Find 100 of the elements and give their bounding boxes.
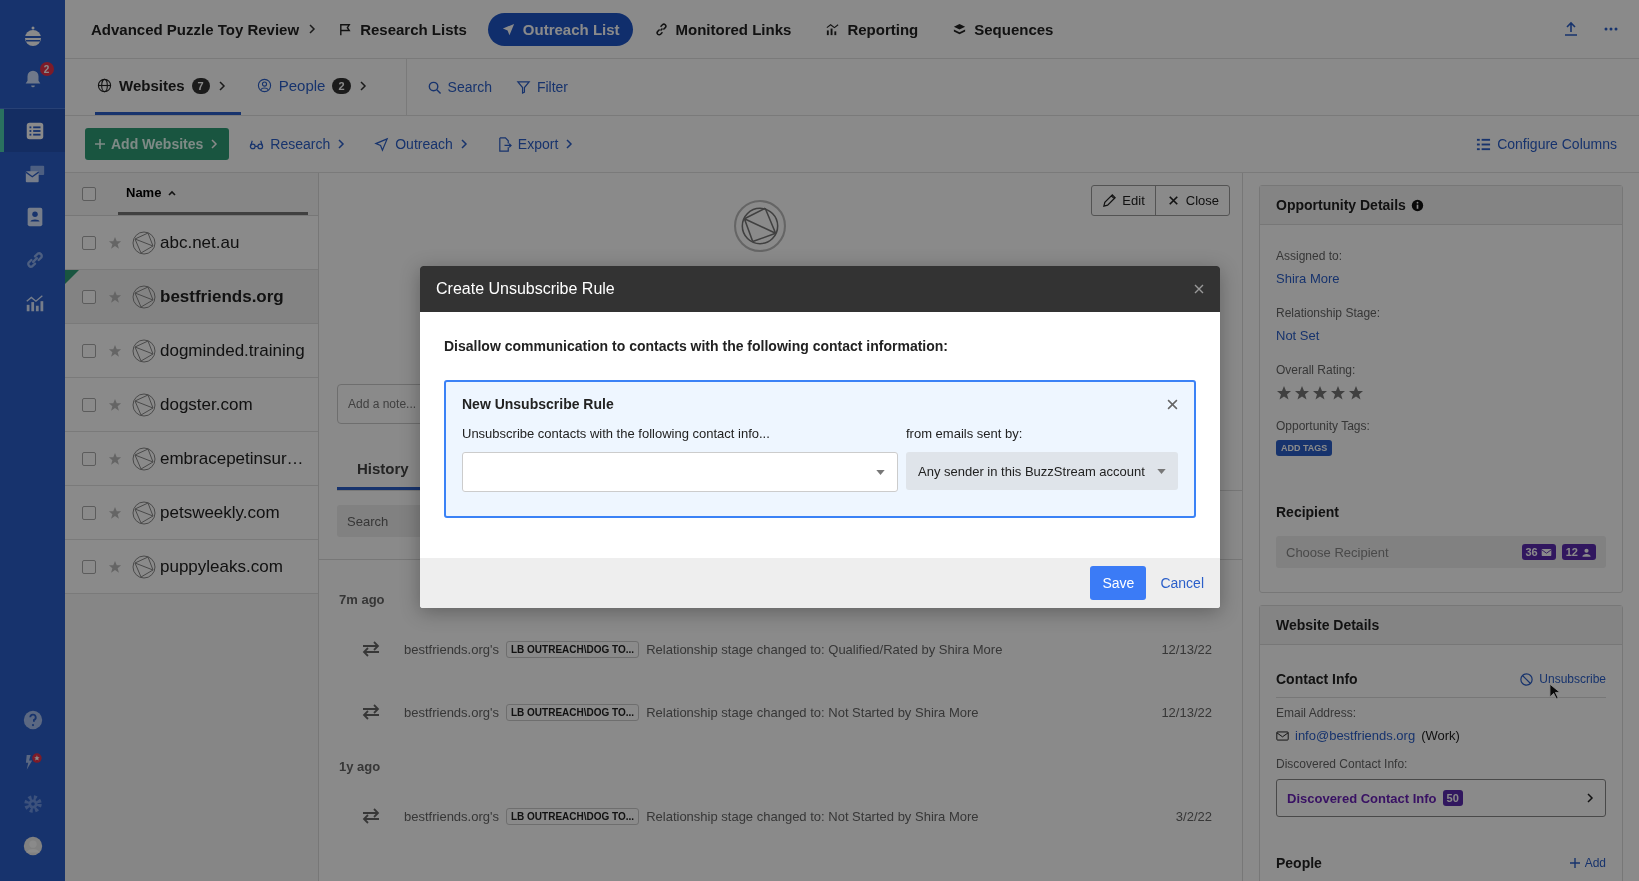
contact-info-select[interactable] bbox=[462, 452, 898, 492]
chevron-icon bbox=[307, 24, 318, 34]
chevron-icon bbox=[209, 139, 220, 149]
toolbar-menu[interactable]: Export bbox=[496, 136, 575, 152]
layers-icon bbox=[952, 21, 968, 37]
save-button[interactable]: Save bbox=[1090, 566, 1147, 600]
row-checkbox[interactable] bbox=[82, 343, 96, 358]
cancel-button[interactable]: Cancel bbox=[1160, 575, 1204, 591]
website-name: abc.net.au bbox=[160, 232, 240, 253]
globe-icon bbox=[132, 554, 156, 579]
cursor-icon bbox=[1549, 683, 1560, 700]
field-label: Relationship Stage: bbox=[1276, 306, 1382, 320]
dialog-prompt: Disallow communication to contacts with the following contact information: bbox=[444, 338, 949, 354]
card-title: Website Details bbox=[1276, 617, 1380, 633]
edit-button[interactable]: Edit bbox=[1092, 186, 1155, 215]
website-name: puppyleaks.com bbox=[160, 556, 283, 577]
chevron-icon bbox=[564, 139, 575, 149]
view-tab[interactable]: Websites 7 bbox=[95, 59, 241, 115]
people-count-badge: 12 bbox=[1561, 544, 1596, 560]
person-icon bbox=[256, 78, 272, 93]
website-name: embracepetinsur… bbox=[160, 448, 304, 469]
star-icon[interactable] bbox=[108, 289, 122, 304]
row-checkbox[interactable] bbox=[82, 289, 96, 304]
entry-text: Relationship stage changed to: Not Started by Shira More bbox=[646, 704, 979, 720]
help-icon[interactable] bbox=[21, 709, 44, 731]
select-all-checkbox[interactable] bbox=[82, 187, 96, 201]
count-badge: 7 bbox=[191, 77, 210, 94]
row-checkbox[interactable] bbox=[82, 235, 96, 250]
nav-tab[interactable]: Reporting bbox=[812, 12, 932, 46]
upload-icon[interactable] bbox=[1563, 21, 1579, 37]
envelope-icon bbox=[1276, 730, 1289, 741]
person-icon bbox=[1581, 547, 1592, 557]
email-link[interactable]: info@bestfriends.org bbox=[1295, 728, 1416, 743]
view-tab[interactable]: People 2 bbox=[254, 59, 382, 115]
row-checkbox[interactable] bbox=[82, 397, 96, 412]
star-icon[interactable] bbox=[108, 559, 122, 574]
star-icon[interactable] bbox=[108, 397, 122, 412]
chevron-icon bbox=[458, 139, 469, 149]
website-row[interactable]: bestfriends.org bbox=[65, 270, 318, 324]
filter-button[interactable]: Filter bbox=[515, 59, 569, 115]
row-checkbox[interactable] bbox=[82, 505, 96, 520]
row-checkbox[interactable] bbox=[82, 451, 96, 466]
export-icon bbox=[496, 136, 512, 152]
nav-tab[interactable]: Outreach List bbox=[487, 12, 633, 46]
dropdown-caret-icon bbox=[1157, 468, 1166, 474]
toolbar-menu[interactable]: Outreach bbox=[374, 136, 469, 152]
add-person-link[interactable]: Add bbox=[1569, 856, 1606, 870]
field-value-link[interactable]: Not Set bbox=[1276, 328, 1606, 343]
sidebar-item[interactable] bbox=[0, 109, 65, 152]
toolbar-menu[interactable]: Research bbox=[249, 136, 347, 152]
website-name: bestfriends.org bbox=[160, 286, 284, 307]
configure-columns-button[interactable]: Configure Columns bbox=[1476, 136, 1617, 152]
avatar-icon[interactable] bbox=[21, 835, 44, 857]
entry-text: Relationship stage changed to: Qualified/Rated by Shira More bbox=[646, 641, 1003, 657]
nav-tab[interactable]: Research Lists bbox=[325, 12, 480, 46]
link-icon bbox=[653, 21, 669, 37]
time-group-label: 7m ago bbox=[339, 592, 386, 607]
field-label: Discovered Contact Info: bbox=[1276, 757, 1409, 771]
website-row[interactable]: dogster.com bbox=[65, 378, 318, 432]
recipient-field[interactable]: Choose Recipient 36 12 bbox=[1276, 536, 1606, 568]
paper-plane-icon bbox=[374, 136, 390, 152]
nav-tab[interactable]: Sequences bbox=[939, 12, 1067, 46]
add-tags-button[interactable]: ADD TAGS bbox=[1276, 440, 1333, 456]
chevron-icon bbox=[357, 80, 368, 91]
website-row[interactable]: dogminded.training bbox=[65, 324, 318, 378]
nav-tab[interactable]: Monitored Links bbox=[640, 12, 805, 46]
globe-icon bbox=[132, 338, 156, 363]
star-icon[interactable] bbox=[108, 343, 122, 358]
pencil-icon bbox=[1102, 193, 1118, 208]
discovered-contact-info-button[interactable]: Discovered Contact Info 50 bbox=[1276, 779, 1606, 817]
filter-icon bbox=[515, 79, 531, 95]
section-title: Recipient bbox=[1276, 504, 1340, 520]
count-badge: 50 bbox=[1442, 790, 1463, 806]
sender-select[interactable]: Any sender in this BuzzStream account bbox=[906, 452, 1178, 490]
envelope-icon bbox=[1540, 547, 1552, 557]
globe-icon bbox=[132, 392, 156, 417]
website-row[interactable]: petsweekly.com bbox=[65, 486, 318, 540]
unsubscribe-link[interactable]: Unsubscribe bbox=[1519, 671, 1606, 687]
star-icon[interactable] bbox=[108, 451, 122, 466]
website-row[interactable]: abc.net.au bbox=[65, 216, 318, 270]
close-icon[interactable] bbox=[1194, 284, 1204, 294]
list-tag: LB OUTREACH\DOG TO... bbox=[506, 703, 640, 721]
swap-icon bbox=[361, 641, 381, 657]
row-checkbox[interactable] bbox=[82, 559, 96, 574]
field-value-link[interactable]: Shira More bbox=[1276, 271, 1606, 286]
website-row[interactable]: puppyleaks.com bbox=[65, 540, 318, 594]
close-button[interactable]: Close bbox=[1154, 186, 1229, 215]
entry-site: bestfriends.org's bbox=[404, 704, 499, 720]
close-icon[interactable] bbox=[1167, 398, 1178, 410]
search-button[interactable]: Search bbox=[426, 59, 492, 115]
star-icon[interactable] bbox=[108, 505, 122, 520]
website-row[interactable]: embracepetinsur… bbox=[65, 432, 318, 486]
field-label: Overall Rating: bbox=[1276, 363, 1357, 377]
star-icon[interactable] bbox=[108, 235, 122, 250]
project-title[interactable]: Advanced Puzzle Toy Review bbox=[91, 20, 300, 38]
info-icon bbox=[1410, 198, 1424, 212]
globe-icon bbox=[132, 230, 156, 255]
entry-text: Relationship stage changed to: Not Started by Shira More bbox=[646, 808, 979, 824]
count-badge: 2 bbox=[332, 77, 351, 94]
field-label: Email Address: bbox=[1276, 706, 1358, 720]
